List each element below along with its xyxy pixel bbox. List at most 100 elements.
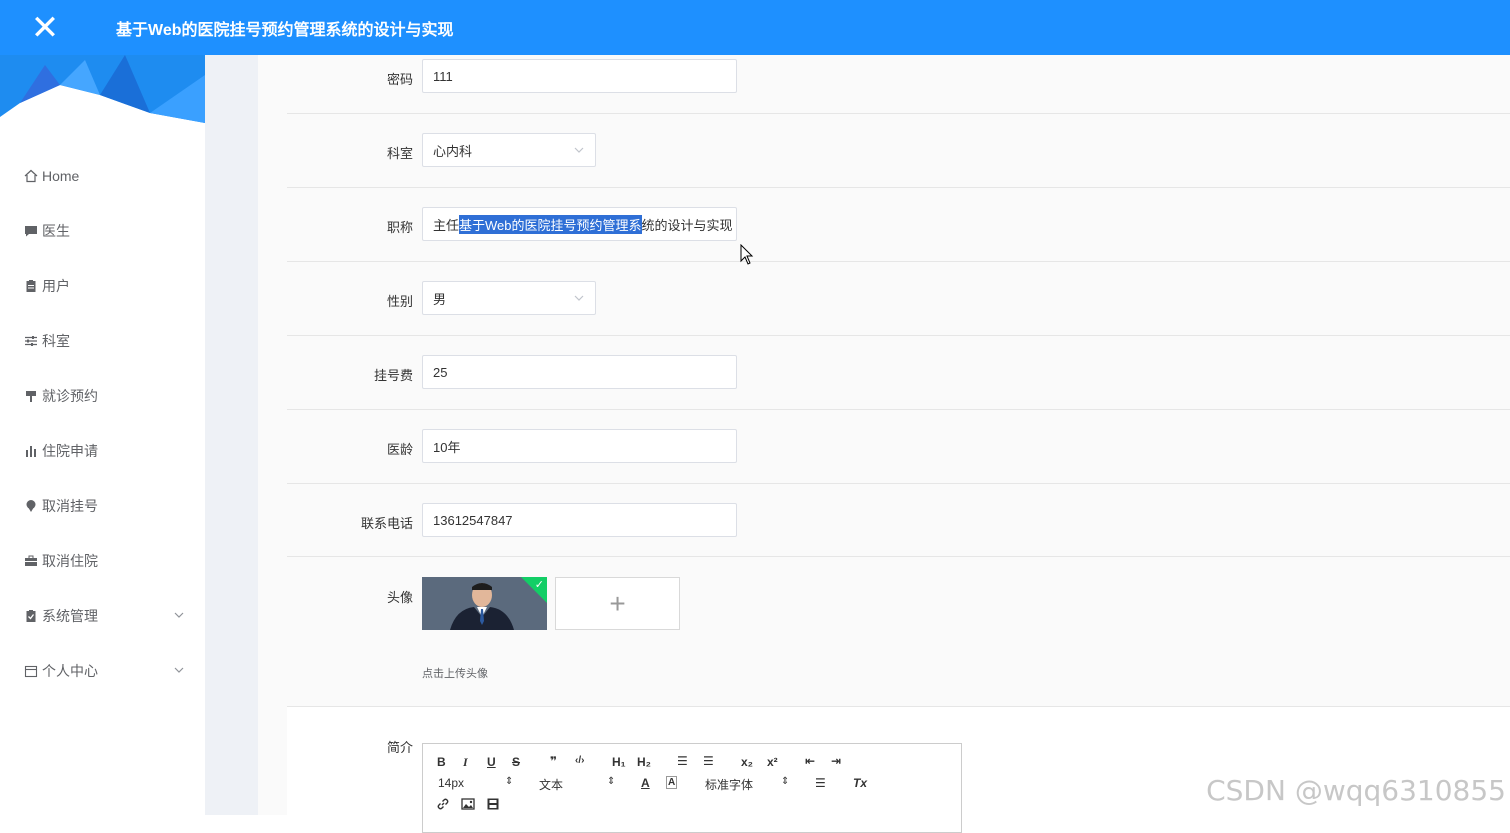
- superscript-button[interactable]: x²: [767, 755, 778, 769]
- avatar-hint: 点击上传头像: [422, 665, 488, 681]
- chevron-down-icon: [573, 292, 585, 307]
- quote-button[interactable]: ❞: [550, 754, 557, 768]
- briefcase-icon: [24, 554, 38, 568]
- sort-icon: ⇕: [505, 776, 513, 787]
- plus-icon: +: [609, 588, 625, 620]
- sidebar-item-label: 用户: [42, 276, 70, 296]
- background-color-button[interactable]: A: [666, 776, 677, 789]
- h1-button[interactable]: H₁: [612, 755, 626, 769]
- form-row-avatar: 头像 ✓ + 点击上传头像: [287, 557, 1510, 707]
- sidebar-item-home[interactable]: Home: [0, 148, 205, 203]
- phone-field[interactable]: 13612547847: [422, 503, 737, 537]
- form-row-password: 密码 111: [287, 55, 1510, 114]
- subscript-button[interactable]: x₂: [741, 755, 753, 769]
- seniority-field[interactable]: 10年: [422, 429, 737, 463]
- department-select[interactable]: 心内科: [422, 133, 596, 167]
- sidebar-item-user[interactable]: 用户: [0, 258, 205, 313]
- font-family-select[interactable]: 标准字体: [705, 776, 753, 793]
- clipboard-check-icon: [24, 609, 38, 623]
- close-icon[interactable]: ✕: [0, 0, 90, 55]
- sidebar-item-label: Home: [42, 168, 79, 184]
- bullet-list-button[interactable]: ☰: [703, 754, 714, 768]
- check-icon: ✓: [535, 578, 544, 591]
- sidebar-item-department[interactable]: 科室: [0, 313, 205, 368]
- italic-button[interactable]: I: [463, 755, 468, 770]
- rich-text-editor[interactable]: B I U S ❞ ‹/› H₁ H₂ ☰ ☰ x₂ x² ⇤ ⇥ 14px ⇕…: [422, 743, 962, 833]
- sort-icon: ⇕: [607, 776, 615, 787]
- chevron-down-icon: [173, 663, 185, 679]
- sidebar-item-hospitalization[interactable]: 住院申请: [0, 423, 205, 478]
- sliders-icon: [24, 334, 38, 348]
- top-bar: ✕ 基于Web的医院挂号预约管理系统的设计与实现: [0, 0, 1510, 55]
- sign-icon: [24, 389, 38, 403]
- sidebar-item-cancel-registration[interactable]: 取消挂号: [0, 478, 205, 533]
- sidebar-item-cancel-hospitalization[interactable]: 取消住院: [0, 533, 205, 588]
- header-select[interactable]: 文本: [539, 776, 563, 793]
- title-field[interactable]: 主任基于Web的医院挂号预约管理系统的设计与实现: [422, 207, 737, 241]
- form-row-title: 职称 主任基于Web的医院挂号预约管理系统的设计与实现: [287, 188, 1510, 262]
- sidebar-item-label: 住院申请: [42, 441, 98, 461]
- fee-field[interactable]: 25: [422, 355, 737, 389]
- clean-format-button[interactable]: Tx: [853, 776, 867, 790]
- main-content: 密码 111 科室 心内科 职称 主任基于Web的医院挂号预约管理系统的设计与实…: [258, 55, 1510, 815]
- watermark: CSDN @wqq6310855: [1206, 774, 1506, 807]
- sidebar-item-label: 医生: [42, 221, 70, 241]
- font-size-select[interactable]: 14px: [438, 776, 464, 790]
- font-color-button[interactable]: A: [641, 776, 650, 790]
- fee-value: 25: [433, 365, 447, 380]
- gender-select[interactable]: 男: [422, 281, 596, 315]
- sidebar-item-label: 就诊预约: [42, 386, 98, 406]
- seniority-value: 10年: [433, 437, 460, 456]
- sidebar-item-appointment[interactable]: 就诊预约: [0, 368, 205, 423]
- clipboard-icon: [24, 279, 38, 293]
- calendar-icon: [24, 664, 38, 678]
- indent-button[interactable]: ⇥: [831, 754, 841, 768]
- phone-value: 13612547847: [433, 513, 513, 528]
- sidebar: Home 医生 用户 科室 就诊预约: [0, 55, 205, 815]
- strike-button[interactable]: S: [512, 755, 520, 769]
- bar-chart-icon: [24, 444, 38, 458]
- avatar-image[interactable]: ✓: [422, 577, 547, 630]
- form-row-phone: 联系电话 13612547847: [287, 484, 1510, 557]
- gender-label: 性别: [387, 291, 413, 310]
- link-icon[interactable]: [436, 797, 450, 814]
- intro-label: 简介: [387, 737, 413, 756]
- sidebar-item-system[interactable]: 系统管理: [0, 588, 205, 643]
- chevron-down-icon: [573, 144, 585, 159]
- sidebar-item-label: 系统管理: [42, 606, 98, 626]
- bold-button[interactable]: B: [437, 755, 446, 769]
- mouse-cursor-icon: [740, 244, 754, 271]
- sidebar-item-label: 个人中心: [42, 661, 98, 681]
- image-icon[interactable]: [461, 797, 475, 814]
- home-icon: [24, 169, 38, 183]
- gender-value: 男: [433, 289, 446, 308]
- ordered-list-button[interactable]: ☰: [677, 754, 688, 768]
- code-button[interactable]: ‹/›: [575, 755, 584, 766]
- align-button[interactable]: ☰: [815, 776, 826, 790]
- avatar-upload-button[interactable]: +: [555, 577, 680, 630]
- sort-icon: ⇕: [781, 776, 789, 787]
- video-icon[interactable]: [486, 797, 500, 814]
- pin-icon: [24, 499, 38, 513]
- password-label: 密码: [387, 69, 413, 88]
- avatar-label: 头像: [387, 587, 413, 606]
- chevron-down-icon: [173, 608, 185, 624]
- content-gutter: [205, 55, 258, 815]
- sidebar-banner: [0, 55, 205, 125]
- outdent-button[interactable]: ⇤: [805, 754, 815, 768]
- form-row-gender: 性别 男: [287, 262, 1510, 336]
- fee-label: 挂号费: [374, 365, 413, 384]
- sidebar-item-personal[interactable]: 个人中心: [0, 643, 205, 698]
- password-field[interactable]: 111: [422, 59, 737, 93]
- seniority-label: 医龄: [387, 439, 413, 458]
- password-value: 111: [433, 69, 453, 84]
- form-row-seniority: 医龄 10年: [287, 410, 1510, 484]
- title-value-selected: 基于Web的医院挂号预约管理系: [459, 215, 642, 234]
- sidebar-item-doctor[interactable]: 医生: [0, 203, 205, 258]
- sidebar-menu: Home 医生 用户 科室 就诊预约: [0, 148, 205, 698]
- form-row-department: 科室 心内科: [287, 114, 1510, 188]
- title-label: 职称: [387, 217, 413, 236]
- h2-button[interactable]: H₂: [637, 755, 651, 769]
- form-row-fee: 挂号费 25: [287, 336, 1510, 410]
- underline-button[interactable]: U: [487, 755, 496, 769]
